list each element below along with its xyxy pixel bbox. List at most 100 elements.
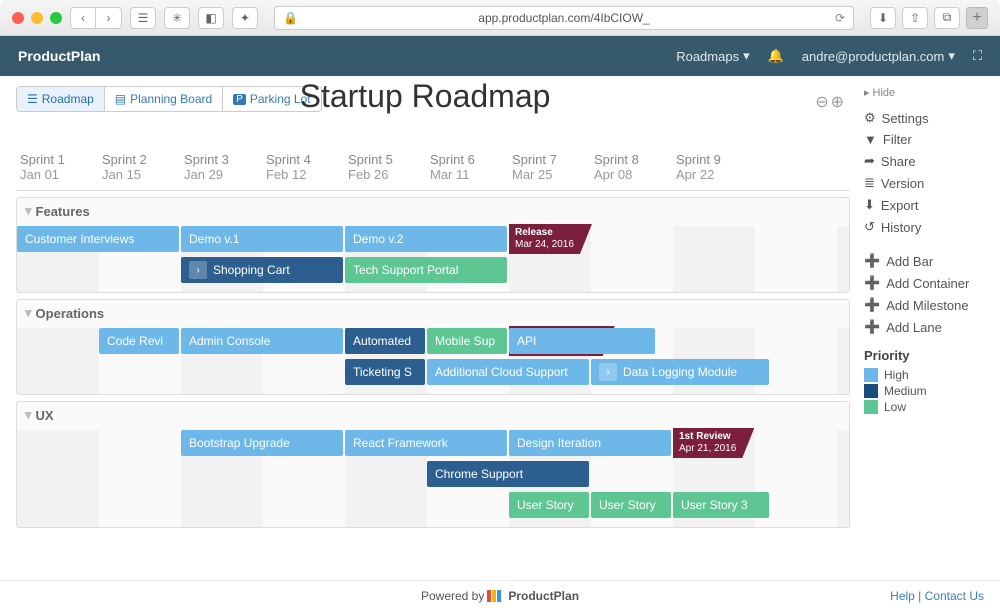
bar-label: Data Logging Module xyxy=(623,365,737,379)
roadmap-bar[interactable]: Mobile Sup xyxy=(427,328,507,354)
lane-title: UX xyxy=(36,408,54,423)
sprint-column: Sprint 8Apr 08 xyxy=(590,148,672,190)
sidebar-filter[interactable]: ▼Filter xyxy=(864,129,986,150)
reload-icon[interactable]: ⟳ xyxy=(835,11,845,25)
sidebar-history[interactable]: ↺History xyxy=(864,216,986,238)
share-icon: ➦ xyxy=(864,153,875,169)
contact-link[interactable]: Contact Us xyxy=(925,589,984,603)
lane-header[interactable]: ▾Operations xyxy=(17,300,849,326)
footer-links: Help | Contact Us xyxy=(890,589,984,603)
share-button[interactable]: ⇧ xyxy=(902,7,928,29)
bar-label: Mobile Sup xyxy=(435,334,495,348)
lane-header[interactable]: ▾Features xyxy=(17,198,849,224)
sprint-date: Apr 08 xyxy=(594,167,668,182)
url-bar[interactable]: 🔒 app.productplan.com/4IbCIOW_ ⟳ xyxy=(274,6,854,30)
back-button[interactable]: ‹ xyxy=(70,7,96,29)
zoom-out-button[interactable]: ⊖ xyxy=(815,92,828,112)
sprint-date: Apr 22 xyxy=(676,167,750,182)
sidebar-add-container[interactable]: ➕Add Container xyxy=(864,272,986,294)
roadmap-bar[interactable]: › Data Logging Module xyxy=(591,359,769,385)
footer-brand[interactable]: ProductPlan xyxy=(508,589,579,603)
sidebar-export[interactable]: ⬇Export xyxy=(864,194,986,216)
brand-logo[interactable]: ProductPlan xyxy=(18,48,100,64)
legend-low: Low xyxy=(864,399,986,415)
lane-row: User StoryUser StoryUser Story 3 xyxy=(17,492,849,520)
lane-row: ›Shopping CartTech Support Portal xyxy=(17,257,849,285)
sidebar-share[interactable]: ➦Share xyxy=(864,150,986,172)
sidebar-settings[interactable]: ⚙Settings xyxy=(864,107,986,129)
page-title: Startup Roadmap xyxy=(300,78,551,115)
close-window-icon[interactable] xyxy=(12,12,24,24)
new-tab-button[interactable]: + xyxy=(966,7,988,29)
sidebar-add-lane[interactable]: ➕Add Lane xyxy=(864,316,986,338)
lanes: ▾FeaturesReleaseMar 24, 2016Customer Int… xyxy=(16,197,850,528)
sidebar-toggle-button[interactable]: ☰ xyxy=(130,7,156,29)
plus-icon: ➕ xyxy=(864,253,880,269)
roadmap-bar[interactable]: Tech Support Portal xyxy=(345,257,507,283)
sidebar-add-milestone[interactable]: ➕Add Milestone xyxy=(864,294,986,316)
tab-roadmap[interactable]: ☰Roadmap xyxy=(17,87,105,111)
url-text: app.productplan.com/4IbCIOW_ xyxy=(478,11,649,25)
roadmap-bar[interactable]: Automated xyxy=(345,328,425,354)
download-button[interactable]: ⬇ xyxy=(870,7,896,29)
powered-by-text: Powered by xyxy=(421,589,484,603)
roadmap-bar[interactable]: Additional Cloud Support xyxy=(427,359,589,385)
sprint-name: Sprint 6 xyxy=(430,152,504,167)
sidebar-add-bar[interactable]: ➕Add Bar xyxy=(864,250,986,272)
legend-title: Priority xyxy=(864,348,986,363)
lane-operations: ▾OperationsQuarterly ReviewMar 24, 2016C… xyxy=(16,299,850,395)
sprint-date: Jan 15 xyxy=(102,167,176,182)
sprint-column: Sprint 7Mar 25 xyxy=(508,148,590,190)
hide-panel-button[interactable]: ▸ Hide xyxy=(864,86,986,99)
expand-icon[interactable]: › xyxy=(189,261,207,279)
minimize-window-icon[interactable] xyxy=(31,12,43,24)
sprint-date: Jan 29 xyxy=(184,167,258,182)
swatch-low xyxy=(864,400,878,414)
sidebar-version[interactable]: ≣Version xyxy=(864,172,986,194)
maximize-window-icon[interactable] xyxy=(50,12,62,24)
sprint-name: Sprint 3 xyxy=(184,152,258,167)
expand-icon[interactable]: › xyxy=(599,363,617,381)
roadmap-bar[interactable]: Code Revi xyxy=(99,328,179,354)
roadmap-bar[interactable]: Chrome Support xyxy=(427,461,589,487)
extension-button-1[interactable]: ✳︎ xyxy=(164,7,190,29)
swatch-high xyxy=(864,368,878,382)
help-link[interactable]: Help xyxy=(890,589,915,603)
bar-label: Demo v.1 xyxy=(189,232,239,246)
right-sidebar: ▸ Hide ⚙Settings ▼Filter ➦Share ≣Version… xyxy=(850,76,1000,580)
lane-row: Customer Interviews Demo v.1 Demo v.2 xyxy=(17,226,849,254)
lane-body: ReleaseMar 24, 2016Customer InterviewsDe… xyxy=(17,226,849,292)
roadmap-bar[interactable]: Bootstrap Upgrade xyxy=(181,430,343,456)
roadmap-bar[interactable]: Admin Console xyxy=(181,328,343,354)
lane-row: Code Revi Admin ConsoleAutomated Mobile Su… xyxy=(17,328,849,356)
lock-icon: 🔒 xyxy=(283,11,298,25)
tab-planning-board[interactable]: ▤Planning Board xyxy=(105,87,223,111)
roadmap-bar[interactable]: Design Iteration xyxy=(509,430,671,456)
lane-header[interactable]: ▾UX xyxy=(17,402,849,428)
roadmap-bar[interactable]: User Story 3 xyxy=(673,492,769,518)
notifications-icon[interactable]: 🔔 xyxy=(768,48,784,64)
lane-features: ▾FeaturesReleaseMar 24, 2016Customer Int… xyxy=(16,197,850,293)
nav-roadmaps[interactable]: Roadmaps ▾ xyxy=(676,48,749,64)
roadmap-bar[interactable]: Demo v.2 xyxy=(345,226,507,252)
extension-button-3[interactable]: ✦ xyxy=(232,7,258,29)
roadmap-bar[interactable]: Customer Interviews xyxy=(17,226,179,252)
roadmap-bar[interactable]: ›Shopping Cart xyxy=(181,257,343,283)
zoom-controls: ⊖ ⊕ xyxy=(815,92,844,112)
fullscreen-icon[interactable]: ⛶ xyxy=(973,48,982,64)
extension-button-2[interactable]: ◧ xyxy=(198,7,224,29)
roadmap-bar[interactable]: User Story xyxy=(509,492,589,518)
tabs-button[interactable]: ⧉ xyxy=(934,7,960,29)
user-menu[interactable]: andre@productplan.com ▾ xyxy=(802,48,955,64)
roadmap-bar[interactable]: API xyxy=(509,328,655,354)
roadmap-bar[interactable]: User Story xyxy=(591,492,671,518)
bar-label: Customer Interviews xyxy=(25,232,134,246)
roadmap-bar[interactable]: React Framework xyxy=(345,430,507,456)
forward-button[interactable]: › xyxy=(96,7,122,29)
zoom-in-button[interactable]: ⊕ xyxy=(831,92,844,112)
bar-label: Code Revi xyxy=(107,334,163,348)
window-controls xyxy=(12,12,62,24)
sprint-date: Feb 12 xyxy=(266,167,340,182)
roadmap-bar[interactable]: Demo v.1 xyxy=(181,226,343,252)
roadmap-bar[interactable]: Ticketing S xyxy=(345,359,425,385)
